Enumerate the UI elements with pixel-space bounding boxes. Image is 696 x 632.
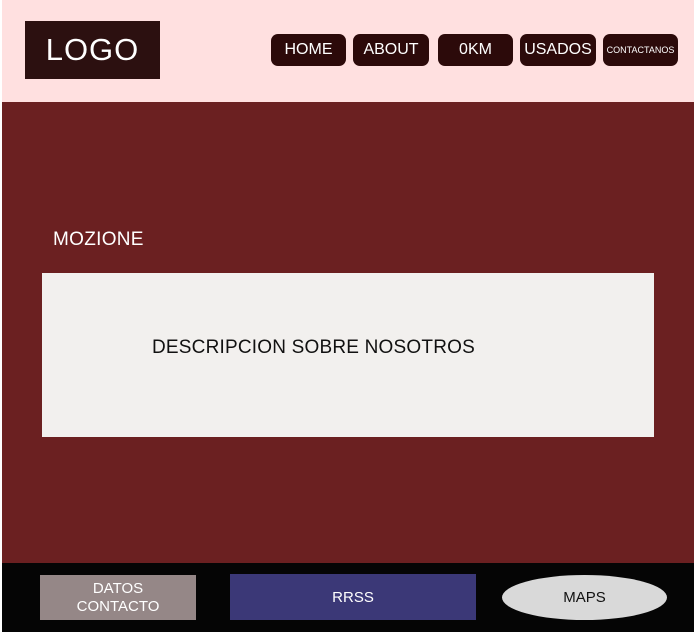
social-media-button[interactable]: RRSS: [230, 574, 476, 620]
contact-data-label-line2: CONTACTO: [76, 597, 160, 615]
about-description-text: DESCRIPCION SOBRE NOSOTROS: [152, 337, 475, 358]
main-section: MOZIONE DESCRIPCION SOBRE NOSOTROS: [2, 102, 694, 563]
nav-0km-button[interactable]: 0KM: [438, 34, 513, 66]
nav-about-button[interactable]: ABOUT: [353, 34, 429, 66]
contact-data-button[interactable]: DATOS CONTACTO: [40, 575, 196, 620]
brand-name: MOZIONE: [53, 229, 144, 250]
nav-contactanos-button[interactable]: CONTACTANOS: [603, 34, 678, 66]
nav-usados-button[interactable]: USADOS: [520, 34, 596, 66]
footer: DATOS CONTACTO RRSS MAPS: [2, 563, 694, 632]
logo[interactable]: LOGO: [25, 21, 160, 79]
maps-button[interactable]: MAPS: [502, 575, 667, 620]
nav-home-button[interactable]: HOME: [271, 34, 346, 66]
page: LOGO HOME ABOUT 0KM USADOS CONTACTANOS M…: [2, 0, 694, 632]
about-description-box: DESCRIPCION SOBRE NOSOTROS: [42, 273, 654, 437]
contact-data-label-line1: DATOS: [92, 579, 144, 597]
header: LOGO HOME ABOUT 0KM USADOS CONTACTANOS: [2, 0, 694, 102]
